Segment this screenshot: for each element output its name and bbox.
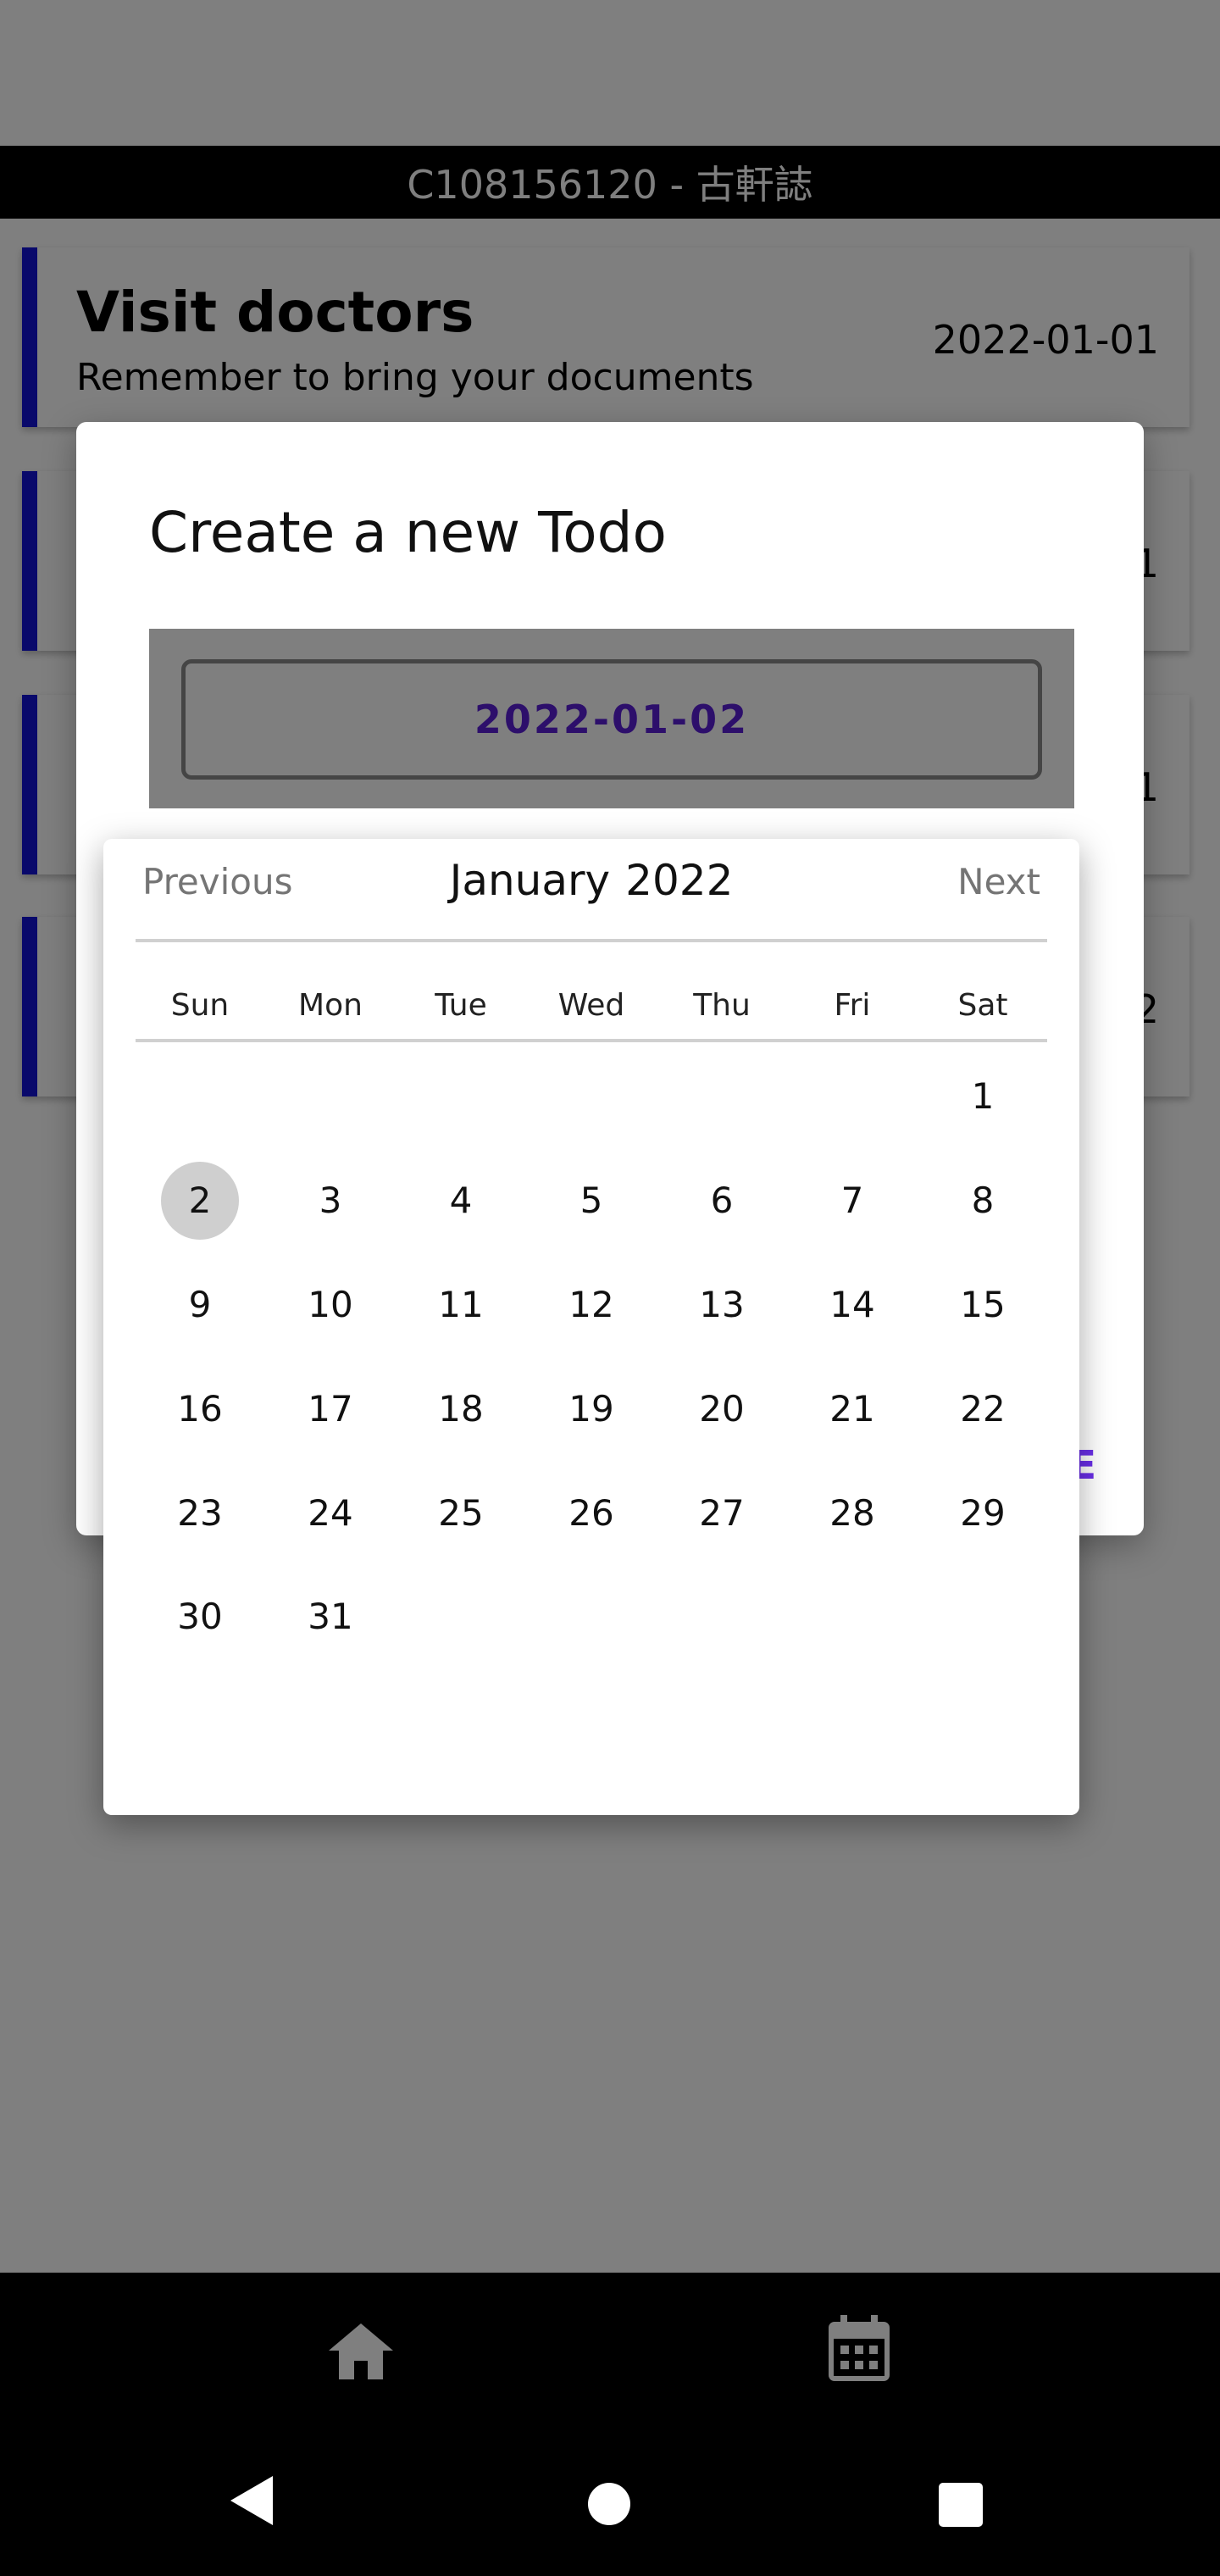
calendar-day[interactable]: 13 (683, 1266, 761, 1344)
calendar-day[interactable]: 1 (944, 1058, 1022, 1135)
calendar-day[interactable]: 31 (291, 1578, 369, 1656)
calendar-day-selected[interactable]: 2 (161, 1162, 239, 1240)
calendar-day[interactable]: 9 (161, 1266, 239, 1344)
calendar-day[interactable]: 30 (161, 1578, 239, 1656)
calendar-day[interactable]: 28 (813, 1474, 891, 1552)
calendar-day[interactable]: 27 (683, 1474, 761, 1552)
date-picker-calendar: Previous January 2022 Next Sun Mon Tue We… (103, 839, 1079, 1815)
calendar-day[interactable]: 8 (944, 1162, 1022, 1240)
recents-icon[interactable] (939, 2483, 983, 2527)
dialog-title: Create a new Todo (149, 500, 667, 565)
calendar-day[interactable]: 19 (552, 1370, 630, 1448)
calendar-day[interactable]: 18 (422, 1370, 500, 1448)
calendar-day[interactable]: 23 (161, 1474, 239, 1552)
date-field-overlay (149, 629, 1074, 808)
back-icon[interactable] (230, 2476, 273, 2525)
calendar-day[interactable]: 16 (161, 1370, 239, 1448)
calendar-day[interactable]: 21 (813, 1370, 891, 1448)
calendar-day[interactable]: 11 (422, 1266, 500, 1344)
calendar-day[interactable]: 3 (291, 1162, 369, 1240)
home-button-icon[interactable] (588, 2483, 630, 2525)
calendar-day[interactable]: 4 (422, 1162, 500, 1240)
calendar-day[interactable]: 14 (813, 1266, 891, 1344)
system-nav-bar (0, 2423, 1220, 2576)
calendar-day[interactable]: 12 (552, 1266, 630, 1344)
calendar-day[interactable]: 29 (944, 1474, 1022, 1552)
calendar-day[interactable]: 22 (944, 1370, 1022, 1448)
calendar-day[interactable]: 20 (683, 1370, 761, 1448)
calendar-day[interactable]: 25 (422, 1474, 500, 1552)
calendar-day[interactable]: 26 (552, 1474, 630, 1552)
calendar-day[interactable]: 5 (552, 1162, 630, 1240)
calendar-day[interactable]: 6 (683, 1162, 761, 1240)
calendar-day[interactable]: 17 (291, 1370, 369, 1448)
calendar-day[interactable]: 10 (291, 1266, 369, 1344)
calendar-day[interactable]: 24 (291, 1474, 369, 1552)
day-grid: 1 2 3 4 5 6 7 8 9 10 11 12 13 14 15 16 17 18 19 20 21 22 23 24 2… (103, 839, 1079, 1815)
calendar-day[interactable]: 15 (944, 1266, 1022, 1344)
calendar-day[interactable]: 7 (813, 1162, 891, 1240)
